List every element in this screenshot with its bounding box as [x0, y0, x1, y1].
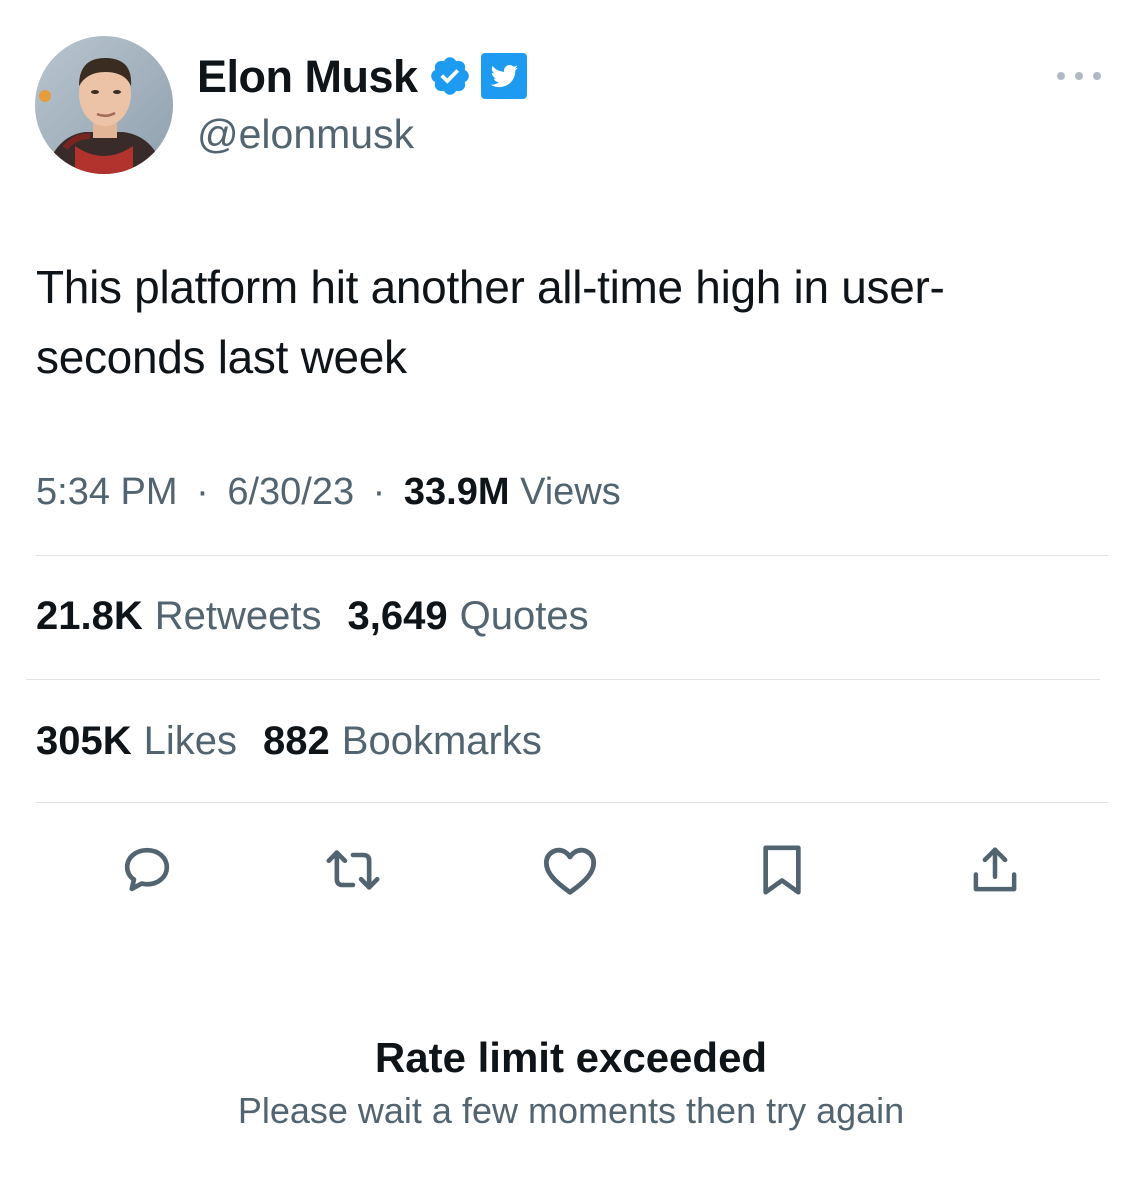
- quotes-count: 3,649: [347, 594, 448, 638]
- like-button[interactable]: [540, 840, 600, 900]
- reply-button[interactable]: [117, 840, 177, 900]
- meta-separator: ·: [196, 471, 209, 513]
- divider: [26, 679, 1100, 680]
- share-button[interactable]: [965, 840, 1025, 900]
- verified-badge-icon[interactable]: [428, 54, 472, 98]
- retweets-label: Retweets: [154, 594, 322, 638]
- meta-separator: ·: [372, 471, 386, 513]
- bookmark-button[interactable]: [752, 840, 812, 900]
- retweet-icon: [326, 850, 380, 890]
- quotes-stat[interactable]: 3,649 Quotes: [348, 588, 589, 644]
- tweet-date[interactable]: 6/30/23: [227, 471, 354, 513]
- error-message: Please wait a few moments then try again: [237, 1090, 905, 1131]
- retweet-button[interactable]: [323, 840, 383, 900]
- reply-icon: [124, 847, 170, 892]
- avatar-image: [35, 36, 173, 174]
- like-icon: [543, 847, 597, 895]
- likes-stat[interactable]: 305K Likes: [36, 713, 237, 769]
- tweet-meta: 5:34 PM · 6/30/23 · 33.9M Views: [36, 466, 621, 518]
- more-options-icon[interactable]: [1052, 66, 1106, 86]
- stats-row-likes-bookmarks: 305K Likes 882 Bookmarks: [36, 713, 568, 769]
- author-display-name[interactable]: Elon Musk: [197, 54, 418, 99]
- author-handle[interactable]: @elonmusk: [197, 110, 414, 159]
- bookmarks-count: 882: [263, 719, 330, 763]
- author-name-row: Elon Musk: [197, 46, 528, 106]
- bookmark-icon: [763, 845, 801, 895]
- stats-row-retweets-quotes: 21.8K Retweets 3,649 Quotes: [36, 588, 615, 644]
- quotes-label: Quotes: [459, 594, 589, 638]
- divider: [36, 555, 1108, 556]
- retweets-stat[interactable]: 21.8K Retweets: [36, 588, 322, 644]
- likes-count: 305K: [36, 719, 132, 763]
- bookmarks-label: Bookmarks: [341, 719, 542, 763]
- tweet-text: This platform hit another all-time high …: [36, 261, 945, 383]
- tweet-time[interactable]: 5:34 PM: [36, 471, 178, 513]
- divider: [36, 802, 1108, 803]
- share-icon: [973, 847, 1017, 892]
- error-title: Rate limit exceeded: [374, 1034, 768, 1081]
- avatar[interactable]: [35, 36, 173, 174]
- retweets-count: 21.8K: [36, 594, 143, 638]
- views-count: 33.9M: [403, 471, 510, 513]
- twitter-bird-badge-icon[interactable]: [480, 52, 528, 100]
- bookmarks-stat[interactable]: 882 Bookmarks: [263, 713, 542, 769]
- views-label: Views: [520, 471, 621, 513]
- likes-label: Likes: [143, 719, 238, 763]
